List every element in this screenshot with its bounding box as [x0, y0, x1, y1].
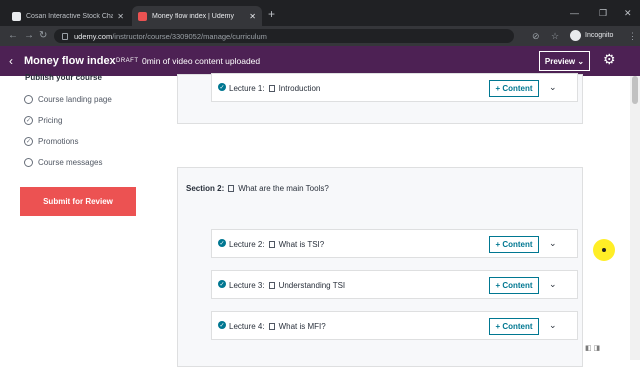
tab-favicon-icon — [12, 11, 21, 21]
sidebar-item-label: Course messages — [38, 158, 103, 167]
section-2: Section 2: What are the main Tools? ✓ Le… — [177, 167, 583, 367]
chevron-down-icon[interactable]: ⌄ — [549, 82, 557, 93]
lecture-row[interactable]: ✓ Lecture 2: What is TSI? + Content ⌄ — [211, 229, 578, 258]
status-badge: DRAFT — [116, 58, 139, 64]
url-host: udemy.com — [74, 31, 113, 41]
lecture-name: What is MFI? — [278, 322, 326, 331]
lecture-title: Lecture 2: What is TSI? — [229, 240, 324, 249]
browser-tab-udemy[interactable]: Money flow index | Udemy ✕ — [132, 6, 262, 26]
document-icon — [268, 241, 275, 248]
browser-tab-stock-chart[interactable]: Cosan Interactive Stock Chart (CZZ) ✕ — [6, 6, 130, 26]
sidebar-item-pricing[interactable]: ✓ Pricing — [24, 116, 62, 125]
document-icon — [268, 85, 275, 92]
browser-tab-bar: Cosan Interactive Stock Chart (CZZ) ✕ Mo… — [0, 0, 640, 26]
chevron-down-icon[interactable]: ⌄ — [549, 320, 557, 331]
chevron-down-icon[interactable]: ⌄ — [549, 279, 557, 290]
sidebar-item-label: Course landing page — [38, 95, 112, 104]
lecture-number: Lecture 1: — [229, 84, 265, 93]
restore-icon[interactable]: ❐ — [599, 8, 607, 19]
section-number: Section 2: — [186, 184, 225, 193]
incognito-profile[interactable]: Incognito — [570, 30, 613, 41]
browser-address-bar: ← → ↻ udemy.com/instructor/course/330905… — [0, 26, 640, 46]
sidebar-item-course-landing-page[interactable]: Course landing page — [24, 95, 112, 104]
close-tab-icon[interactable]: ✕ — [249, 12, 256, 21]
chevron-down-icon[interactable]: ⌄ — [549, 238, 557, 249]
lecture-title: Lecture 3: Understanding TSI — [229, 281, 345, 290]
gear-icon[interactable]: ⚙ — [603, 51, 616, 68]
course-title: Money flow index — [24, 55, 116, 67]
document-icon — [228, 185, 235, 192]
sidebar: Publish your course Course landing page … — [0, 73, 160, 360]
check-circle-icon: ✓ — [218, 280, 226, 288]
lecture-title: Lecture 4: What is MFI? — [229, 322, 326, 331]
camera-off-icon[interactable]: ⊘ — [532, 31, 540, 42]
check-circle-icon: ✓ — [218, 239, 226, 247]
video-watermark-icon: ◧ ◨ — [585, 345, 601, 352]
back-arrow-icon[interactable]: ← — [8, 30, 18, 41]
sidebar-item-label: Promotions — [38, 137, 79, 146]
check-circle-icon: ✓ — [218, 321, 226, 329]
add-content-button[interactable]: + Content — [489, 277, 539, 294]
lecture-number: Lecture 4: — [229, 322, 265, 331]
empty-circle-icon — [24, 95, 33, 104]
check-circle-icon: ✓ — [24, 137, 33, 146]
reload-icon[interactable]: ↻ — [39, 30, 47, 41]
sidebar-item-promotions[interactable]: ✓ Promotions — [24, 137, 78, 146]
sidebar-item-course-messages[interactable]: Course messages — [24, 158, 102, 167]
tab-title: Money flow index | Udemy — [152, 12, 234, 20]
preview-button[interactable]: Preview ⌄ — [539, 51, 590, 71]
scrollbar-thumb[interactable] — [632, 76, 638, 104]
new-tab-plus-icon[interactable]: + — [268, 7, 275, 21]
tab-title: Cosan Interactive Stock Chart (CZZ) — [26, 12, 114, 20]
lecture-name: Understanding TSI — [278, 281, 346, 290]
lecture-number: Lecture 3: — [229, 281, 265, 290]
url-path: /instructor/course/3309052/manage/curric… — [112, 31, 267, 41]
close-tab-icon[interactable]: ✕ — [117, 12, 124, 21]
incognito-avatar-icon — [570, 30, 581, 41]
bookmark-star-icon[interactable]: ☆ — [551, 31, 559, 42]
section-title: Section 2: What are the main Tools? — [186, 184, 329, 193]
course-header: ‹ Money flow index DRAFT 0min of video c… — [0, 46, 640, 76]
mouse-cursor-highlight — [593, 239, 615, 261]
lecture-row[interactable]: ✓ Lecture 3: Understanding TSI + Content… — [211, 270, 578, 299]
section-name: What are the main Tools? — [238, 184, 329, 193]
page-scrollbar[interactable] — [630, 76, 640, 360]
lock-icon — [62, 32, 68, 40]
upload-status: 0min of video content uploaded — [142, 56, 261, 66]
lecture-row[interactable]: ✓ Lecture 1: Introduction + Content ⌄ — [211, 73, 578, 102]
browser-menu-icon[interactable]: ⋮ — [628, 31, 637, 42]
check-circle-icon: ✓ — [24, 116, 33, 125]
forward-arrow-icon[interactable]: → — [24, 30, 34, 41]
lecture-name: Introduction — [278, 84, 321, 93]
profile-label: Incognito — [585, 32, 614, 39]
url-field[interactable]: udemy.com/instructor/course/3309052/mana… — [54, 29, 514, 43]
section-1: ✓ Lecture 1: Introduction + Content ⌄ — [177, 73, 583, 124]
add-content-button[interactable]: + Content — [489, 236, 539, 253]
submit-for-review-button[interactable]: Submit for Review — [20, 187, 136, 216]
lecture-title: Lecture 1: Introduction — [229, 84, 320, 93]
check-circle-icon: ✓ — [218, 83, 226, 91]
document-icon — [268, 323, 275, 330]
lecture-number: Lecture 2: — [229, 240, 265, 249]
back-chevron-icon[interactable]: ‹ — [9, 54, 13, 68]
document-icon — [268, 282, 275, 289]
lecture-name: What is TSI? — [278, 240, 325, 249]
lecture-row[interactable]: ✓ Lecture 4: What is MFI? + Content ⌄ — [211, 311, 578, 340]
empty-circle-icon — [24, 158, 33, 167]
add-content-button[interactable]: + Content — [489, 318, 539, 335]
sidebar-item-label: Pricing — [38, 116, 63, 125]
curriculum-panel: ✓ Lecture 1: Introduction + Content ⌄ Se… — [160, 73, 630, 367]
close-window-icon[interactable]: ✕ — [624, 8, 632, 19]
udemy-favicon-icon — [138, 11, 147, 21]
minimize-icon[interactable]: — — [570, 8, 579, 18]
sidebar-heading: Publish your course — [25, 73, 102, 82]
add-content-button[interactable]: + Content — [489, 80, 539, 97]
